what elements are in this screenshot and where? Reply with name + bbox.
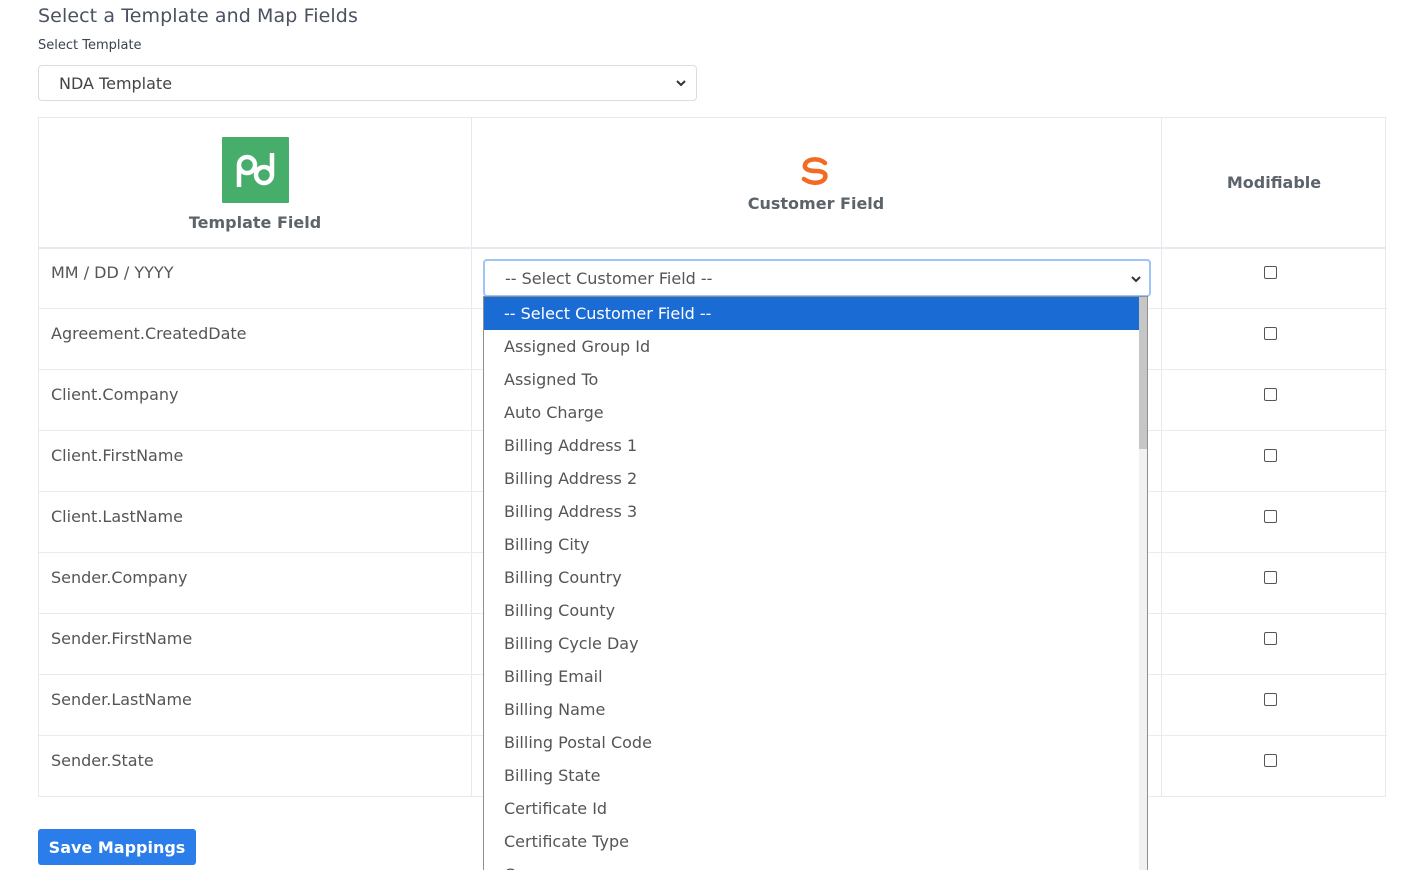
header-divider — [39, 247, 1385, 249]
dropdown-option[interactable]: Billing Email — [484, 660, 1139, 693]
dropdown-option[interactable]: -- Select Customer Field -- — [484, 297, 1139, 330]
select-template-label: Select Template — [38, 38, 142, 53]
template-field-name: Sender.LastName — [51, 690, 192, 709]
dropdown-scrollbar[interactable] — [1139, 297, 1147, 870]
dropdown-scrollbar-thumb[interactable] — [1139, 297, 1147, 449]
customer-field-dropdown[interactable]: -- Select Customer Field -- Assigned Gro… — [483, 296, 1148, 870]
dropdown-option[interactable]: Billing Address 2 — [484, 462, 1139, 495]
modifiable-checkbox[interactable] — [1264, 327, 1277, 340]
pandadoc-logo — [222, 137, 289, 203]
template-field-name: Sender.State — [51, 751, 154, 770]
dropdown-option[interactable]: Auto Charge — [484, 396, 1139, 429]
dropdown-option[interactable]: Billing Postal Code — [484, 726, 1139, 759]
dropdown-option[interactable]: C — [484, 858, 1139, 870]
dropdown-option[interactable]: Billing Address 3 — [484, 495, 1139, 528]
template-field-name: Sender.FirstName — [51, 629, 193, 648]
dropdown-option[interactable]: Billing County — [484, 594, 1139, 627]
customer-field-heading: Customer Field — [747, 194, 885, 213]
template-field-name: Client.FirstName — [51, 446, 184, 465]
save-mappings-button[interactable]: Save Mappings — [38, 829, 196, 865]
modifiable-checkbox[interactable] — [1264, 693, 1277, 706]
dropdown-option[interactable]: Billing Name — [484, 693, 1139, 726]
template-select[interactable]: NDA Template — [38, 65, 697, 101]
modifiable-checkbox[interactable] — [1264, 388, 1277, 401]
dropdown-option[interactable]: Billing Cycle Day — [484, 627, 1139, 660]
template-select-value: NDA Template — [59, 73, 173, 93]
template-field-name: Client.LastName — [51, 507, 183, 526]
modifiable-checkbox[interactable] — [1264, 571, 1277, 584]
swirl-logo-icon — [801, 157, 828, 185]
template-field-name: Agreement.CreatedDate — [51, 324, 247, 343]
template-field-header: Template Field — [39, 118, 471, 247]
template-field-name: Sender.Company — [51, 568, 188, 587]
modifiable-checkbox[interactable] — [1264, 510, 1277, 523]
dropdown-option[interactable]: Assigned Group Id — [484, 330, 1139, 363]
column-divider — [1161, 118, 1162, 796]
customer-field-select-value: -- Select Customer Field -- — [505, 268, 713, 288]
dropdown-option[interactable]: Billing Address 1 — [484, 429, 1139, 462]
dropdown-option[interactable]: Certificate Id — [484, 792, 1139, 825]
modifiable-checkbox[interactable] — [1264, 266, 1277, 279]
chevron-down-icon — [1131, 276, 1141, 283]
modifiable-checkbox[interactable] — [1264, 754, 1277, 767]
modifiable-heading: Modifiable — [1226, 173, 1322, 192]
dropdown-option[interactable]: Billing Country — [484, 561, 1139, 594]
modifiable-checkbox[interactable] — [1264, 632, 1277, 645]
page-title: Select a Template and Map Fields — [38, 5, 358, 27]
customer-field-header: Customer Field — [471, 118, 1161, 247]
dropdown-option[interactable]: Billing State — [484, 759, 1139, 792]
customer-field-select[interactable]: -- Select Customer Field -- — [483, 259, 1151, 297]
dropdown-option[interactable]: Assigned To — [484, 363, 1139, 396]
dropdown-option[interactable]: Certificate Type — [484, 825, 1139, 858]
template-field-name: Client.Company — [51, 385, 179, 404]
template-field-name: MM / DD / YYYY — [51, 263, 174, 282]
template-field-heading: Template Field — [188, 213, 322, 232]
modifiable-checkbox[interactable] — [1264, 449, 1277, 462]
dropdown-option[interactable]: Billing City — [484, 528, 1139, 561]
chevron-down-icon — [676, 80, 686, 87]
